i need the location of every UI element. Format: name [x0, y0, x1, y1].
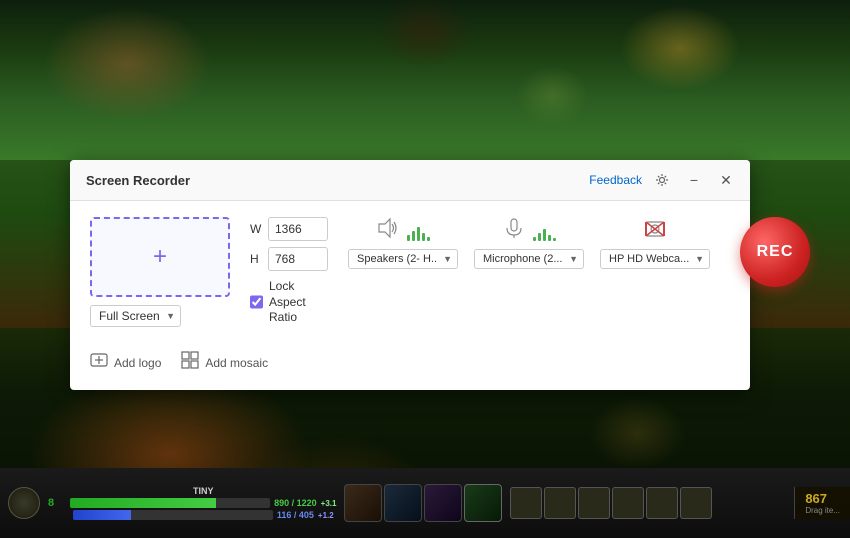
bar-5	[553, 238, 556, 241]
ability-3[interactable]	[424, 484, 462, 522]
bar-3	[417, 227, 420, 241]
dialog-toolbar: Add logo Add mosaic	[70, 351, 750, 374]
mana-delta: +1.2	[318, 511, 334, 520]
microphone-dropdown-wrapper: Microphone (2... ▼	[474, 249, 584, 269]
microphone-icon	[503, 217, 525, 245]
hud-abilities	[344, 484, 502, 522]
speakers-dropdown[interactable]: Speakers (2- H...	[348, 249, 458, 269]
width-label: W	[250, 222, 262, 236]
item-slot-5[interactable]	[646, 487, 678, 519]
health-delta: +3.1	[321, 499, 337, 508]
item-slot-3[interactable]	[578, 487, 610, 519]
height-input[interactable]	[268, 247, 328, 271]
camera-icon-row	[644, 217, 666, 245]
microphone-device: Microphone (2... ▼	[474, 217, 584, 269]
item-slot-4[interactable]	[612, 487, 644, 519]
width-row: W	[250, 217, 328, 241]
gold-display: 867	[805, 491, 840, 506]
health-bar	[70, 498, 270, 508]
bar-4	[422, 233, 425, 241]
camera-device: HP HD Webca... ▼	[600, 217, 710, 269]
lock-aspect-row: Lock Aspect Ratio	[250, 279, 328, 326]
screen-type-dropdown[interactable]: Full Screen Window Region	[90, 305, 181, 327]
bar-1	[533, 237, 536, 241]
mana-bar	[73, 510, 273, 520]
speakers-device: Speakers (2- H... ▼	[348, 217, 458, 269]
health-text: 890 / 1220	[274, 498, 317, 508]
screen-recorder-dialog: Screen Recorder Feedback − ✕ +	[70, 160, 750, 390]
title-actions: Feedback − ✕	[589, 168, 738, 192]
camera-dropdown[interactable]: HP HD Webca...	[600, 249, 710, 269]
hud-stats: TINY 890 / 1220 +3.1 116 / 405 +1.2	[62, 486, 344, 520]
camera-icon	[644, 217, 666, 245]
bar-5	[427, 237, 430, 241]
screen-preview-box[interactable]: +	[90, 217, 230, 297]
ability-1[interactable]	[344, 484, 382, 522]
microphone-dropdown[interactable]: Microphone (2...	[474, 249, 584, 269]
hud-left-panel: 8	[0, 487, 62, 519]
hud-right-panel: 867 Drag ite...	[794, 487, 850, 519]
bar-2	[412, 231, 415, 241]
title-bar: Screen Recorder Feedback − ✕	[70, 160, 750, 201]
ability-4[interactable]	[464, 484, 502, 522]
add-logo-icon	[90, 351, 108, 374]
feedback-link[interactable]: Feedback	[589, 173, 642, 187]
bar-1	[407, 235, 410, 241]
item-slot-1[interactable]	[510, 487, 542, 519]
lock-aspect-label: Lock Aspect Ratio	[269, 279, 328, 326]
width-input[interactable]	[268, 217, 328, 241]
height-row: H	[250, 247, 328, 271]
hud-bar: 8 TINY 890 / 1220 +3.1 116 / 405 +1.2	[0, 468, 850, 538]
health-fill	[70, 498, 216, 508]
add-logo-label: Add logo	[114, 356, 161, 370]
ability-2[interactable]	[384, 484, 422, 522]
hud-health-row: 890 / 1220 +3.1	[70, 498, 336, 508]
add-mosaic-label: Add mosaic	[205, 356, 268, 370]
unit-name-label: TINY	[193, 486, 214, 496]
hud-health-icon	[8, 487, 40, 519]
audio-section: Speakers (2- H... ▼	[348, 217, 710, 269]
mana-text: 116 / 405	[277, 510, 314, 520]
hud-level: 8	[48, 497, 54, 509]
lock-aspect-checkbox[interactable]	[250, 295, 263, 309]
screen-dropdown-row: Full Screen Window Region ▼	[90, 305, 181, 327]
hud-items	[502, 487, 794, 519]
speaker-icon	[377, 217, 399, 245]
close-icon: ✕	[720, 172, 732, 189]
speaker-level-bars	[407, 221, 430, 241]
camera-dropdown-wrapper: HP HD Webca... ▼	[600, 249, 710, 269]
drag-hint: Drag ite...	[805, 506, 840, 515]
rec-section: REC	[730, 217, 820, 287]
rec-label: REC	[757, 243, 794, 261]
close-button[interactable]: ✕	[714, 168, 738, 192]
minimize-icon: −	[690, 172, 698, 188]
minimize-button[interactable]: −	[682, 168, 706, 192]
dialog-title: Screen Recorder	[86, 173, 190, 188]
game-top-scene	[0, 0, 850, 160]
add-mosaic-item[interactable]: Add mosaic	[181, 351, 268, 374]
gear-icon	[655, 173, 669, 187]
add-screen-icon: +	[153, 243, 167, 271]
item-slot-6[interactable]	[680, 487, 712, 519]
speakers-icon-row	[377, 217, 430, 245]
add-mosaic-icon	[181, 351, 199, 374]
bar-4	[548, 235, 551, 241]
microphone-level-bars	[533, 221, 556, 241]
bar-2	[538, 233, 541, 241]
add-logo-item[interactable]: Add logo	[90, 351, 161, 374]
settings-button[interactable]	[650, 168, 674, 192]
microphone-icon-row	[503, 217, 556, 245]
mana-fill	[73, 510, 131, 520]
dimensions-block: W H Lock Aspect Ratio	[250, 217, 328, 326]
screen-selector: + Full Screen Window Region ▼	[90, 217, 230, 327]
speakers-dropdown-wrapper: Speakers (2- H... ▼	[348, 249, 458, 269]
screen-type-dropdown-wrapper: Full Screen Window Region ▼	[90, 305, 181, 327]
rec-button[interactable]: REC	[740, 217, 810, 287]
bar-3	[543, 229, 546, 241]
hud-mana-row: 116 / 405 +1.2	[73, 510, 334, 520]
dialog-content: + Full Screen Window Region ▼ W	[70, 201, 750, 343]
item-slot-2[interactable]	[544, 487, 576, 519]
height-label: H	[250, 252, 262, 266]
